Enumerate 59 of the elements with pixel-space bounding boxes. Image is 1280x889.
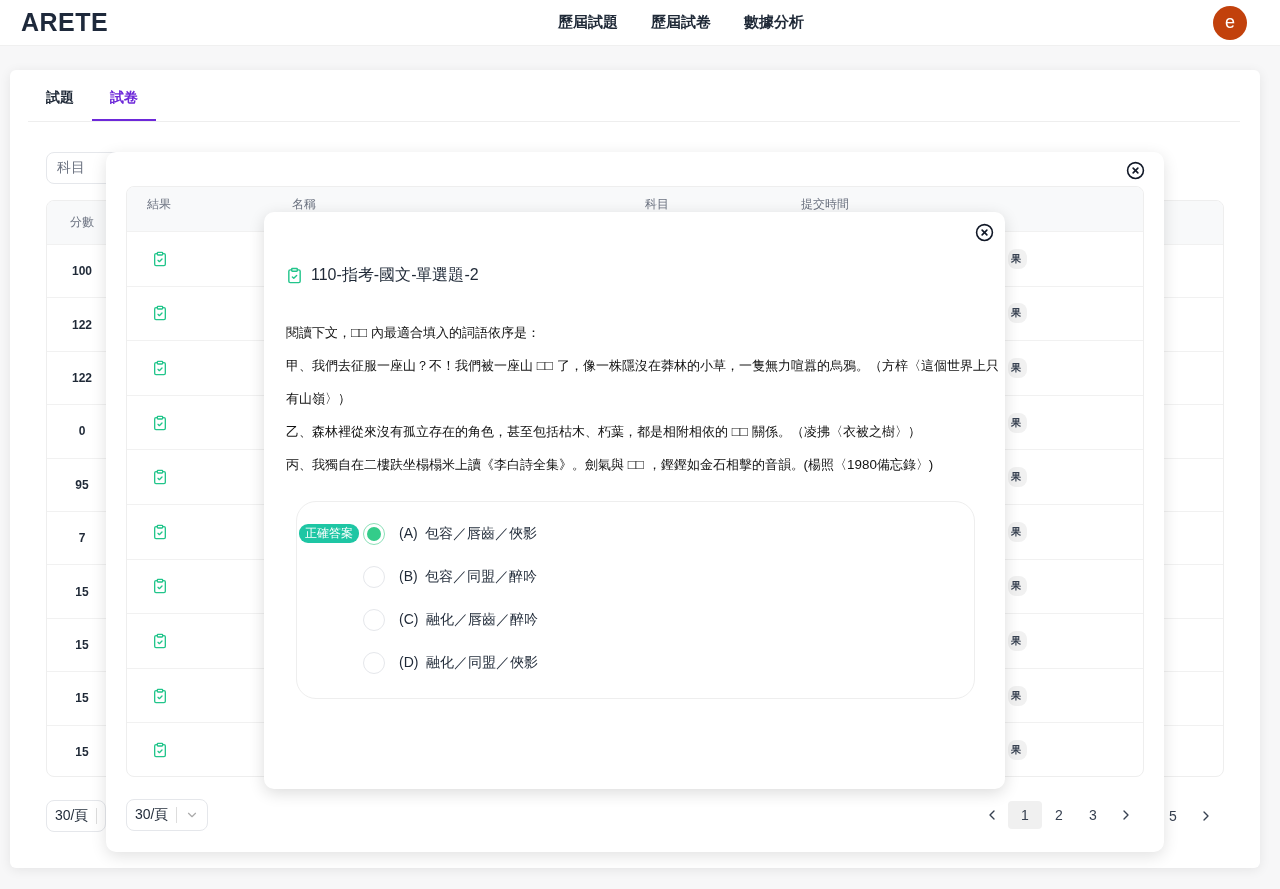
- clipboard-check-icon[interactable]: [152, 742, 168, 759]
- table-cell-text: 15: [74, 691, 90, 706]
- option-label[interactable]: (D) 融化／同盟／俠影: [399, 653, 539, 672]
- clipboard-check-icon[interactable]: [152, 523, 168, 540]
- column-header: 分數: [69, 214, 95, 231]
- column-header: 科目: [645, 197, 669, 211]
- page-button[interactable]: 2: [1042, 801, 1076, 829]
- question-text: 甲、我們去征服一座山？不！我們被一座山 □□ 了，像一株隱沒在莽林的小草，一隻無力喧囂的烏鴉。（方梓〈這個世界上只有山嶺〉）: [286, 357, 1000, 408]
- table-cell-text: 15: [74, 637, 90, 652]
- question-text: 閱讀下文，□□ 內最適合填入的詞語依序是：: [286, 324, 541, 342]
- page-size-select[interactable]: 30/頁: [46, 800, 107, 832]
- result-tag[interactable]: 果: [1008, 358, 1027, 378]
- table-cell-text: 122: [71, 317, 93, 332]
- page-button[interactable]: 1: [1008, 801, 1042, 829]
- result-tag[interactable]: 果: [1008, 521, 1027, 542]
- clipboard-check-icon[interactable]: [152, 469, 168, 486]
- result-tag[interactable]: 果: [1008, 412, 1027, 433]
- table-cell-text: 15: [74, 584, 90, 599]
- clipboard-check-icon[interactable]: [152, 687, 168, 704]
- tab[interactable]: 試題: [28, 89, 92, 121]
- column-header: 名稱: [292, 197, 316, 211]
- option-label[interactable]: (A) 包容／唇齒／俠影: [399, 524, 538, 543]
- column-header: 提交時間: [801, 197, 849, 211]
- clipboard-check-icon[interactable]: [152, 578, 168, 595]
- result-tag[interactable]: 果: [1008, 467, 1027, 488]
- result-tag[interactable]: 果: [1008, 685, 1027, 706]
- nav-link[interactable]: 歷屆試題: [557, 13, 618, 32]
- result-tag[interactable]: 果: [1008, 248, 1027, 269]
- clipboard-check-icon[interactable]: [152, 414, 168, 431]
- result-tag[interactable]: 果: [1008, 576, 1027, 597]
- table-cell-text: 95: [74, 477, 90, 492]
- question-title: 110-指考-國文-單選題-2: [311, 265, 479, 285]
- table-cell-text: 15: [74, 744, 90, 759]
- page-button[interactable]: 3: [1076, 801, 1110, 829]
- nav-link[interactable]: 歷屆試卷: [650, 13, 711, 32]
- option-label[interactable]: (B) 包容／同盟／醉吟: [399, 567, 538, 586]
- option-label[interactable]: (C) 融化／唇齒／醉吟: [399, 610, 539, 629]
- question-text: 丙、我獨自在二樓趺坐榻榻米上讀《李白詩全集》。劍氣與 □□ ，鏗鏗如金石相擊的音韻。(楊照〈1980備忘錄〉): [286, 456, 935, 474]
- clipboard-check-icon[interactable]: [152, 305, 168, 322]
- clipboard-check-icon: [286, 267, 303, 284]
- result-tag[interactable]: 果: [1008, 303, 1027, 324]
- table-cell-text: 7: [77, 531, 87, 546]
- logo: ARETE: [21, 8, 109, 37]
- tab[interactable]: 試卷: [92, 89, 156, 121]
- nav-link[interactable]: 數據分析: [743, 13, 804, 32]
- question-text: 乙、森林裡從來沒有孤立存在的角色，甚至包括枯木、朽葉，都是相附相依的 □□ 關係。（凌拂〈衣被之樹〉）: [286, 423, 922, 441]
- correct-answer-badge: 正確答案: [299, 524, 359, 543]
- column-header: 結果: [147, 197, 171, 211]
- clipboard-check-icon[interactable]: [152, 632, 168, 649]
- result-tag[interactable]: 果: [1008, 740, 1027, 761]
- clipboard-check-icon[interactable]: [152, 360, 168, 376]
- table-cell-text: 122: [71, 370, 93, 385]
- result-tag[interactable]: 果: [1008, 630, 1027, 651]
- page-size-select[interactable]: 30/頁: [126, 799, 209, 831]
- clipboard-check-icon[interactable]: [152, 250, 168, 267]
- table-cell-text: 0: [77, 424, 87, 439]
- page-button[interactable]: 5: [1156, 802, 1190, 830]
- table-cell-text: 100: [71, 264, 93, 279]
- avatar[interactable]: e: [1213, 5, 1247, 40]
